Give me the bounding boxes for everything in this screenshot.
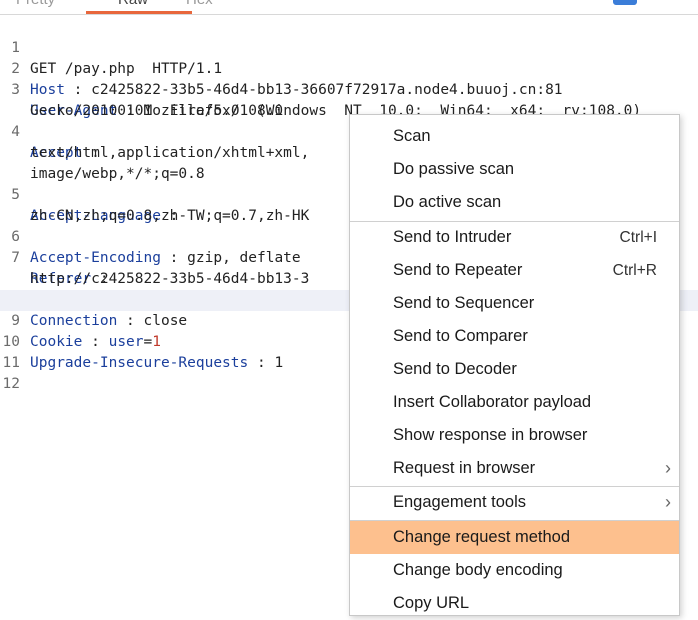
- line-number: 12: [2, 376, 20, 392]
- chevron-right-icon: ›: [665, 458, 671, 478]
- shortcut: Ctrl+I: [619, 229, 657, 246]
- context-menu: Scan Do passive scan Do active scan Send…: [349, 114, 680, 616]
- menu-item-send-to-sequencer[interactable]: Send to Sequencer: [350, 287, 679, 320]
- tab-raw[interactable]: Raw: [118, 0, 148, 8]
- tab-pretty[interactable]: Pretty: [16, 0, 55, 8]
- menu-item-engagement-tools[interactable]: Engagement tools ›: [350, 486, 679, 519]
- menu-item-copy-url[interactable]: Copy URL: [350, 587, 679, 620]
- menu-item-send-to-decoder[interactable]: Send to Decoder: [350, 353, 679, 386]
- menu-item-insert-collaborator[interactable]: Insert Collaborator payload: [350, 386, 679, 419]
- editor-line-wrap: Gecko/20100101 Firefox/108.0: [0, 80, 698, 119]
- editor-line: 3 User-Agent : Mozilla/5.0 (Windows NT 1…: [0, 59, 698, 119]
- menu-item-scan[interactable]: Scan: [350, 120, 679, 153]
- menu-item-change-body-encoding[interactable]: Change body encoding: [350, 554, 679, 587]
- editor-line: 2 Host : c2425822-33b5-46d4-bb13-36607f7…: [0, 38, 698, 98]
- menu-item-request-in-browser[interactable]: Request in browser ›: [350, 452, 679, 485]
- chevron-right-icon: ›: [665, 492, 671, 512]
- tab-hex[interactable]: Hex: [186, 0, 213, 8]
- editor-tab-bar: Pretty Raw Hex: [0, 0, 698, 15]
- menu-item-send-to-comparer[interactable]: Send to Comparer: [350, 320, 679, 353]
- editor-line: 1 GET /pay.php HTTP/1.1: [0, 17, 698, 77]
- menu-item-active-scan[interactable]: Do active scan: [350, 186, 679, 219]
- menu-item-send-to-intruder[interactable]: Send to Intruder Ctrl+I: [350, 221, 679, 254]
- menu-item-change-request-method[interactable]: Change request method: [350, 521, 679, 554]
- menu-item-passive-scan[interactable]: Do passive scan: [350, 153, 679, 186]
- toolbar-action-button[interactable]: [613, 0, 637, 5]
- shortcut: Ctrl+R: [612, 262, 657, 279]
- menu-item-send-to-repeater[interactable]: Send to Repeater Ctrl+R: [350, 254, 679, 287]
- menu-item-show-response[interactable]: Show response in browser: [350, 419, 679, 452]
